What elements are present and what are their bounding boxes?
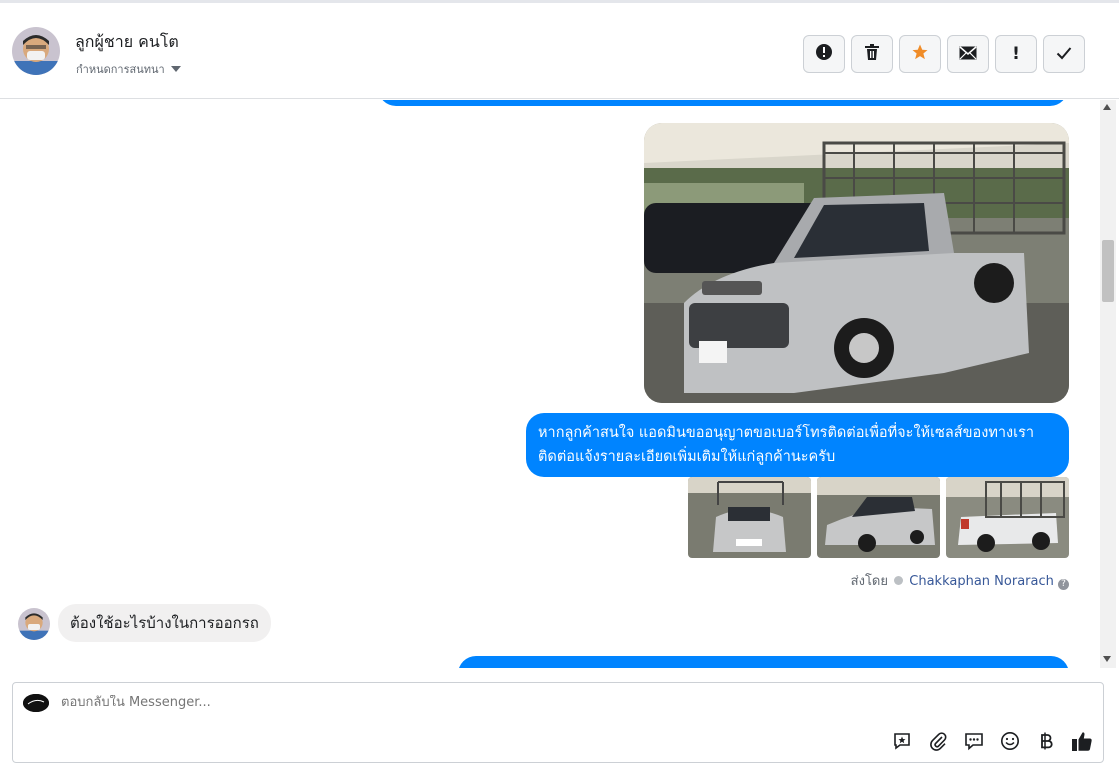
like-button[interactable] — [1071, 732, 1093, 754]
photo-thumbnails — [688, 477, 1069, 558]
trash-icon — [864, 43, 880, 65]
conversation-header: ลูกผู้ชาย คนโต กำหนดการสนทนา ! — [0, 0, 1119, 99]
message-bubble-outgoing — [458, 656, 1069, 668]
mark-unread-button[interactable] — [947, 35, 989, 73]
check-icon — [1056, 45, 1072, 64]
photo-thumbnail[interactable] — [946, 477, 1069, 558]
baht-icon — [1038, 731, 1054, 755]
contact-avatar-small[interactable] — [18, 608, 50, 640]
star-icon — [911, 43, 929, 65]
attach-file-button[interactable] — [927, 732, 949, 754]
sender-name-link[interactable]: Chakkaphan Norarach — [909, 574, 1054, 589]
thread-scrollbar[interactable] — [1100, 100, 1116, 668]
saved-reply-icon — [892, 731, 912, 755]
composer-tools — [891, 732, 1093, 754]
sent-by-line: ส่งโดย Chakkaphan Norarach ? — [700, 570, 1069, 591]
conversation-actions: ! — [803, 35, 1085, 73]
verified-icon — [894, 576, 904, 585]
exclamation-circle-icon — [815, 43, 833, 65]
photo-thumbnail[interactable] — [688, 477, 811, 558]
reply-composer — [12, 682, 1104, 763]
message-bubble-outgoing — [378, 100, 1068, 106]
contact-name[interactable]: ลูกผู้ชาย คนโต — [75, 30, 179, 55]
scroll-down-arrow-icon[interactable] — [1103, 656, 1111, 662]
conversation-label-dropdown[interactable]: กำหนดการสนทนา — [76, 60, 181, 78]
mark-spam-button[interactable] — [803, 35, 845, 73]
chevron-down-icon — [170, 66, 181, 72]
sent-by-prefix: ส่งโดย — [850, 574, 888, 589]
follow-up-button[interactable]: ! — [995, 35, 1037, 73]
scrollbar-thumb[interactable] — [1102, 240, 1114, 302]
chat-bubbles-icon — [964, 731, 984, 755]
exclamation-icon: ! — [1012, 44, 1020, 64]
envelope-icon — [959, 45, 977, 64]
message-bubble-incoming: ต้องใช้อะไรบ้างในการออกรถ — [58, 604, 271, 642]
photo-thumbnail[interactable] — [817, 477, 940, 558]
star-button[interactable] — [899, 35, 941, 73]
emoji-icon — [1000, 731, 1020, 755]
message-thread[interactable]: หากลูกค้าสนใจ แอดมินขออนุญาตขอเบอร์โทรติ… — [0, 100, 1100, 668]
contact-avatar[interactable] — [12, 27, 60, 75]
help-icon[interactable]: ? — [1058, 579, 1069, 590]
message-photo[interactable] — [644, 123, 1069, 403]
message-bubble-outgoing: หากลูกค้าสนใจ แอดมินขออนุญาตขอเบอร์โทรติ… — [526, 413, 1069, 477]
thumbs-up-icon — [1071, 730, 1093, 756]
reply-input[interactable] — [61, 695, 661, 710]
scroll-up-arrow-icon[interactable] — [1103, 104, 1111, 110]
emoji-button[interactable] — [999, 732, 1021, 754]
saved-reply-button[interactable] — [891, 732, 913, 754]
payment-button[interactable] — [1035, 732, 1057, 754]
page-logo-icon — [23, 694, 49, 712]
delete-button[interactable] — [851, 35, 893, 73]
conversation-label-text: กำหนดการสนทนา — [76, 63, 165, 76]
mark-done-button[interactable] — [1043, 35, 1085, 73]
quick-replies-button[interactable] — [963, 732, 985, 754]
attachment-icon — [928, 731, 948, 755]
